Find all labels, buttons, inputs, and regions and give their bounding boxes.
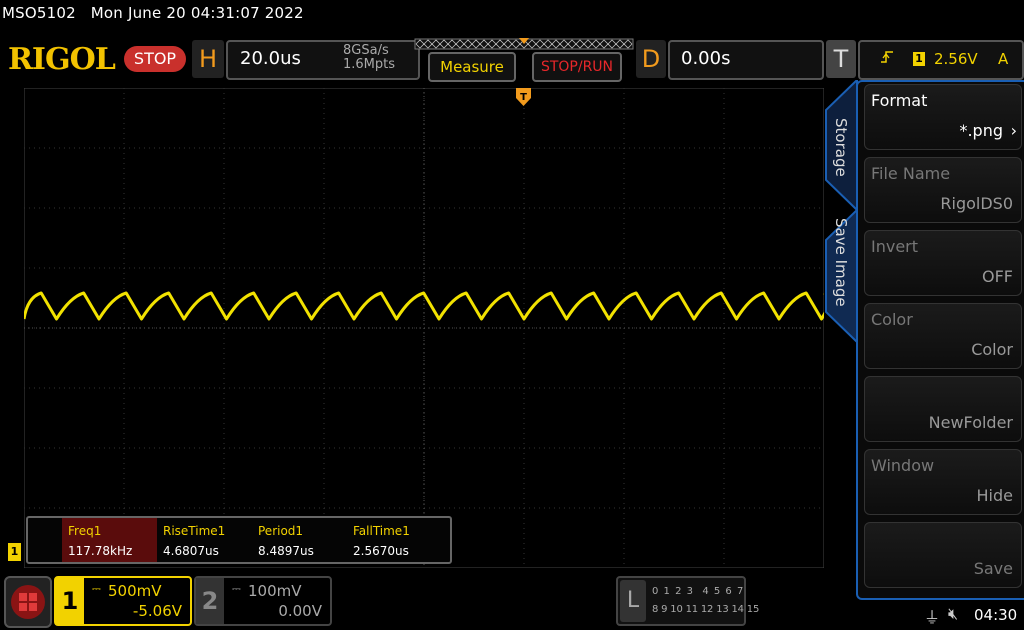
ch2-scale: 100mV [248,582,302,600]
measurement-name: Period1 [258,524,304,538]
measurement-name: FallTime1 [353,524,410,538]
stop-run-button[interactable]: STOP/RUN [532,52,622,82]
measurement-value: 117.78kHz [68,544,133,558]
menu-item-color[interactable]: Color Color [864,303,1022,369]
speaker-muted-icon[interactable]: 🔇︎ [948,604,958,624]
menu-item-title: File Name [871,164,951,183]
menu-item-window[interactable]: Window Hide [864,449,1022,515]
measurement-panel: Freq1 117.78kHz RiseTime1 4.6807us Perio… [26,516,452,564]
clock: 04:30 [974,606,1018,624]
tab-save-image[interactable]: Save Image [832,218,850,307]
measurement-value: 2.5670us [353,544,409,558]
logic-analyzer-settings[interactable]: L 0 1 2 3 4 5 6 7 8 9 10 11 12 13 14 15 [616,576,759,626]
trigger-source-badge: 1 [913,52,925,66]
sample-rate: 8GSa/s [343,43,389,58]
menu-item-value: RigolDS0 [940,194,1013,213]
app-menu-button[interactable] [4,576,52,628]
la-label: L [620,580,646,622]
trigger-position-bar [414,38,634,50]
ch2-label: 2 [196,578,224,624]
measurement-value: 8.4897us [258,544,314,558]
tab-storage[interactable]: Storage [832,118,850,177]
measurement-period[interactable]: Period1 8.4897us [252,518,347,562]
menu-item-title: Invert [871,237,919,256]
rigol-logo: RIGOL [8,42,116,77]
trigger-menu-button[interactable]: T [826,40,856,78]
measurement-value: 4.6807us [163,544,219,558]
menu-item-value: Color [971,340,1013,359]
waveform-display[interactable] [24,88,824,568]
status-line: MSO5102 Mon June 20 04:31:07 2022 [2,4,304,22]
grid-menu-icon [11,585,45,619]
menu-item-new-folder[interactable]: NewFolder [864,376,1022,442]
ch2-settings[interactable]: 2 ⎓ 100mV 0.00V [194,576,332,626]
ch1-ground-marker[interactable]: 1 [8,543,21,561]
menu-item-title: Window [871,456,935,475]
ch1-scale: 500mV [108,582,162,600]
rising-edge-icon [880,50,894,68]
measure-button[interactable]: Measure [428,52,516,82]
memory-depth: 1.6Mpts [343,57,396,72]
ch2-offset: 0.00V [278,602,322,620]
menu-item-value: OFF [982,267,1013,286]
menu-tabs: Storage Save Image [824,84,856,340]
ch1-settings[interactable]: 1 ⎓ 500mV -5.06V [54,576,192,626]
menu-item-value: *.png [959,121,1003,140]
model-name: MSO5102 [2,4,76,22]
measurement-freq[interactable]: Freq1 117.78kHz [62,518,157,562]
la-channels-0-7: 0 1 2 3 4 5 6 7 [652,586,745,597]
delay-value: 0.00s [681,48,731,69]
measurement-name: RiseTime1 [163,524,226,538]
horizontal-menu-button[interactable]: H [192,40,224,78]
menu-item-title: Format [871,91,928,110]
dc-coupling-icon: ⎓ [232,582,241,595]
measurement-risetime[interactable]: RiseTime1 4.6807us [157,518,252,562]
storage-menu: Format *.png › File Name RigolDS0 Invert… [856,80,1024,600]
timebase-value: 20.0us [240,48,301,69]
run-state-badge: STOP [124,46,186,72]
menu-item-title: Color [871,310,913,329]
chevron-right-icon: › [1010,121,1017,140]
menu-item-save[interactable]: Save [864,522,1022,588]
measurement-falltime[interactable]: FallTime1 2.5670us [347,518,442,562]
menu-item-value: NewFolder [928,413,1013,432]
svg-text:T: T [520,92,527,103]
dc-coupling-icon: ⎓ [92,582,101,595]
delay-menu-button[interactable]: D [636,40,666,78]
menu-item-file-name[interactable]: File Name RigolDS0 [864,157,1022,223]
trigger-level: 2.56V [934,50,978,68]
la-channels-8-15: 8 9 10 11 12 13 14 15 [652,604,760,615]
menu-item-invert[interactable]: Invert OFF [864,230,1022,296]
measurement-name: Freq1 [68,524,102,538]
date-time: Mon June 20 04:31:07 2022 [90,4,304,22]
menu-item-value: Hide [976,486,1013,505]
menu-item-format[interactable]: Format *.png › [864,84,1022,150]
trigger-position-marker[interactable]: T [516,88,531,106]
ch1-label: 1 [56,578,84,624]
usb-icon: ⏚ [924,608,941,627]
ch1-offset: -5.06V [132,602,182,620]
menu-item-value: Save [973,559,1013,578]
trigger-mode: A [998,50,1009,68]
